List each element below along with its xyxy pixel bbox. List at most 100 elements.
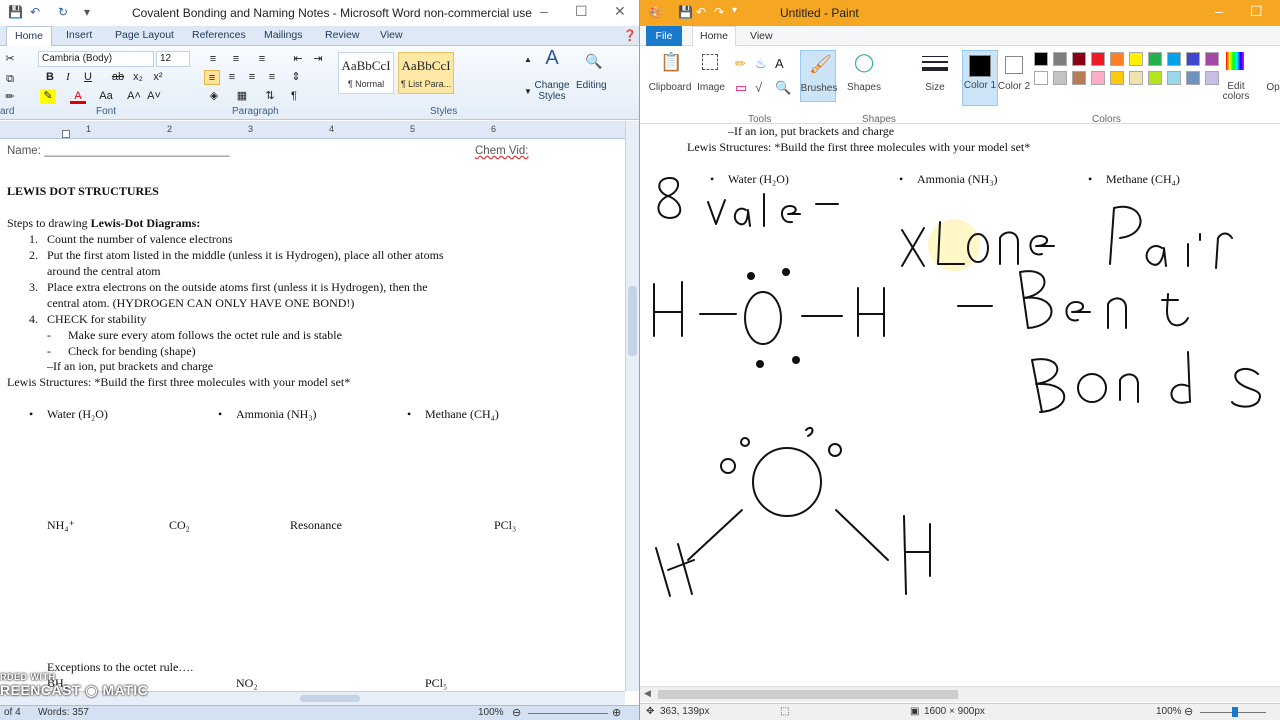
word-zoom-level[interactable]: 100%	[478, 707, 504, 718]
change-styles-icon[interactable]: A	[540, 48, 564, 75]
horizontal-ruler[interactable]: 1 2 3 4 5 6	[0, 121, 625, 139]
drawing-canvas[interactable]: –If an ion, put brackets and charge Lewi…	[640, 124, 1280, 672]
palette-swatch[interactable]	[1186, 52, 1200, 66]
tab-view[interactable]: View	[380, 29, 403, 41]
zoom-slider[interactable]	[528, 713, 608, 714]
palette-swatch[interactable]	[1129, 71, 1143, 85]
tab-references[interactable]: References	[192, 29, 246, 41]
paint-scroll-thumb[interactable]	[658, 690, 958, 699]
paint-horizontal-scrollbar[interactable]: ◀	[640, 686, 1280, 702]
word-count[interactable]: Words: 357	[38, 707, 89, 718]
pencil-icon[interactable]: ✏	[735, 56, 746, 72]
paint-zoom-out-icon[interactable]: ⊖	[1184, 705, 1193, 718]
increase-indent-icon[interactable]: ⇥	[310, 52, 326, 67]
paint-redo-icon[interactable]: ↷	[714, 5, 724, 19]
palette-swatch[interactable]	[1053, 71, 1067, 85]
tab-page-layout[interactable]: Page Layout	[115, 29, 174, 41]
text-icon[interactable]: A	[775, 56, 784, 71]
palette-swatch[interactable]	[1148, 52, 1162, 66]
justify-icon[interactable]: ≡	[264, 70, 280, 85]
select-icon[interactable]	[702, 54, 718, 70]
bullets-icon[interactable]: ≡	[205, 52, 221, 67]
copy-icon[interactable]: ⧉	[2, 72, 18, 87]
font-color-icon[interactable]: A	[70, 89, 86, 104]
color-picker-icon[interactable]: √	[755, 80, 762, 95]
font-size-box[interactable]: 12	[156, 51, 190, 67]
line-spacing-icon[interactable]: ⇕	[288, 70, 304, 85]
format-painter-icon[interactable]: ✏	[2, 90, 18, 105]
subscript-icon[interactable]: x₂	[130, 70, 146, 85]
underline-icon[interactable]: U	[80, 70, 96, 85]
superscript-icon[interactable]: x²	[150, 70, 166, 85]
shapes-button[interactable]: Shapes	[844, 82, 884, 93]
indent-marker[interactable]	[62, 130, 70, 138]
palette-swatch[interactable]	[1091, 71, 1105, 85]
scroll-left-icon[interactable]: ◀	[644, 688, 651, 699]
brushes-button[interactable]: 🖌 Brushes	[800, 50, 837, 102]
edit-colors-icon[interactable]	[1226, 52, 1244, 70]
tab-insert[interactable]: Insert	[66, 29, 92, 41]
shrink-font-icon[interactable]: A˅	[146, 89, 162, 104]
palette-swatch[interactable]	[1110, 52, 1124, 66]
palette-swatch[interactable]	[1091, 52, 1105, 66]
palette-swatch[interactable]	[1110, 71, 1124, 85]
paint-qat-dropdown-icon[interactable]: ▾	[732, 5, 737, 16]
styles-scroll-up-icon[interactable]: ▲	[520, 52, 536, 67]
editing-button[interactable]: Editing	[576, 80, 607, 91]
align-left-icon[interactable]: ≡	[204, 70, 220, 85]
maximize-icon[interactable]: ☐	[575, 3, 588, 20]
decrease-indent-icon[interactable]: ⇤	[290, 52, 306, 67]
sort-icon[interactable]: ⇅	[262, 89, 278, 104]
size-button[interactable]: Size	[918, 82, 952, 93]
zoom-out-icon[interactable]: ⊖	[512, 706, 521, 719]
palette-swatch[interactable]	[1148, 71, 1162, 85]
bold-icon[interactable]: B	[42, 70, 58, 85]
palette-swatch[interactable]	[1034, 52, 1048, 66]
paint-undo-icon[interactable]: ↶	[696, 5, 706, 19]
cut-icon[interactable]: ✂	[2, 52, 18, 67]
show-formatting-icon[interactable]: ¶	[286, 89, 302, 104]
paste-icon[interactable]: 📋	[660, 52, 682, 73]
highlight-icon[interactable]: ✎	[40, 89, 56, 104]
tab-home[interactable]: Home	[6, 26, 53, 47]
style-list-paragraph[interactable]: AaBbCcI ¶ List Para...	[398, 52, 454, 94]
eraser-icon[interactable]: ▭	[735, 80, 747, 96]
numbering-icon[interactable]: ≡	[228, 52, 244, 67]
palette-swatch[interactable]	[1129, 52, 1143, 66]
minimize-icon[interactable]: –	[540, 3, 548, 19]
size-icon[interactable]	[922, 56, 948, 71]
scroll-thumb[interactable]	[628, 286, 637, 356]
tab-review[interactable]: Review	[325, 29, 359, 41]
undo-icon[interactable]: ↶	[30, 5, 40, 19]
help-icon[interactable]: ❓	[623, 29, 637, 42]
palette-swatch[interactable]	[1167, 52, 1181, 66]
h-scroll-thumb[interactable]	[300, 695, 360, 702]
magnifier-icon[interactable]: 🔍	[775, 80, 791, 96]
color1-button[interactable]: Color 1	[962, 50, 998, 106]
style-normal[interactable]: AaBbCcI ¶ Normal	[338, 52, 394, 94]
color2-swatch[interactable]	[1005, 56, 1023, 74]
edit-colors-button[interactable]: Edit colors	[1216, 82, 1256, 102]
find-icon[interactable]: 🔍	[585, 54, 602, 69]
zoom-in-icon[interactable]: ⊕	[612, 706, 621, 719]
paint-maximize-icon[interactable]: ☐	[1250, 3, 1263, 20]
clipboard-button[interactable]: Clipboard	[645, 82, 695, 93]
palette-swatch[interactable]	[1186, 71, 1200, 85]
color2-button[interactable]: Color 2	[996, 82, 1032, 92]
redo-icon[interactable]: ↻	[58, 5, 68, 19]
borders-icon[interactable]: ▦	[234, 89, 250, 104]
fill-icon[interactable]: ♨	[755, 56, 767, 72]
paint-save-icon[interactable]: 💾	[678, 5, 693, 19]
open-paint3d-button[interactable]: Op	[1266, 82, 1280, 93]
palette-swatch[interactable]	[1167, 71, 1181, 85]
grow-font-icon[interactable]: A˄	[126, 89, 142, 104]
shapes-icon[interactable]: ◯	[854, 52, 874, 73]
paint-file-tab[interactable]: File	[646, 26, 682, 46]
palette-swatch[interactable]	[1072, 52, 1086, 66]
paint-zoom-thumb[interactable]	[1232, 707, 1238, 717]
document-page[interactable]: Name: _____________________________ Chem…	[0, 140, 625, 690]
paint-tab-home[interactable]: Home	[692, 26, 737, 47]
save-icon[interactable]: 💾	[8, 5, 23, 19]
change-styles-button[interactable]: Change Styles	[532, 80, 572, 102]
shading-icon[interactable]: ◈	[206, 89, 222, 104]
